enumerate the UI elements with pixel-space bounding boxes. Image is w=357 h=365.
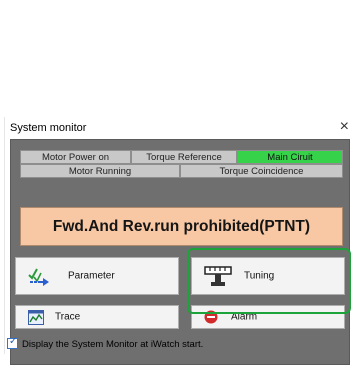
status-main-circuit: Main Ciruit xyxy=(237,150,343,164)
status-torque-reference: Torque Reference xyxy=(131,150,237,164)
startup-checkbox[interactable]: ✓ xyxy=(7,336,18,349)
checkmark-icon: ✓ xyxy=(9,336,18,347)
status-motor-power-on: Motor Power on xyxy=(20,150,131,164)
tuning-highlight-frame xyxy=(187,248,351,314)
title-bar: System monitor × xyxy=(5,117,357,139)
trace-button[interactable]: Trace xyxy=(15,305,179,329)
trace-label: Trace xyxy=(55,311,81,323)
parameter-icon xyxy=(28,267,50,287)
status-motor-running: Motor Running xyxy=(20,164,180,178)
startup-checkbox-label: Display the System Monitor at iWatch sta… xyxy=(22,339,204,350)
parameter-button[interactable]: Parameter xyxy=(15,257,179,295)
window-title: System monitor xyxy=(10,122,87,134)
close-icon[interactable]: × xyxy=(340,119,349,135)
startup-display-option[interactable]: ✓ Display the System Monitor at iWatch s… xyxy=(7,336,204,350)
trace-icon xyxy=(28,310,44,325)
alarm-banner: Fwd.And Rev.run prohibited(PTNT) xyxy=(20,207,343,246)
status-torque-coincidence: Torque Coincidence xyxy=(180,164,343,178)
parameter-label: Parameter xyxy=(68,270,115,282)
